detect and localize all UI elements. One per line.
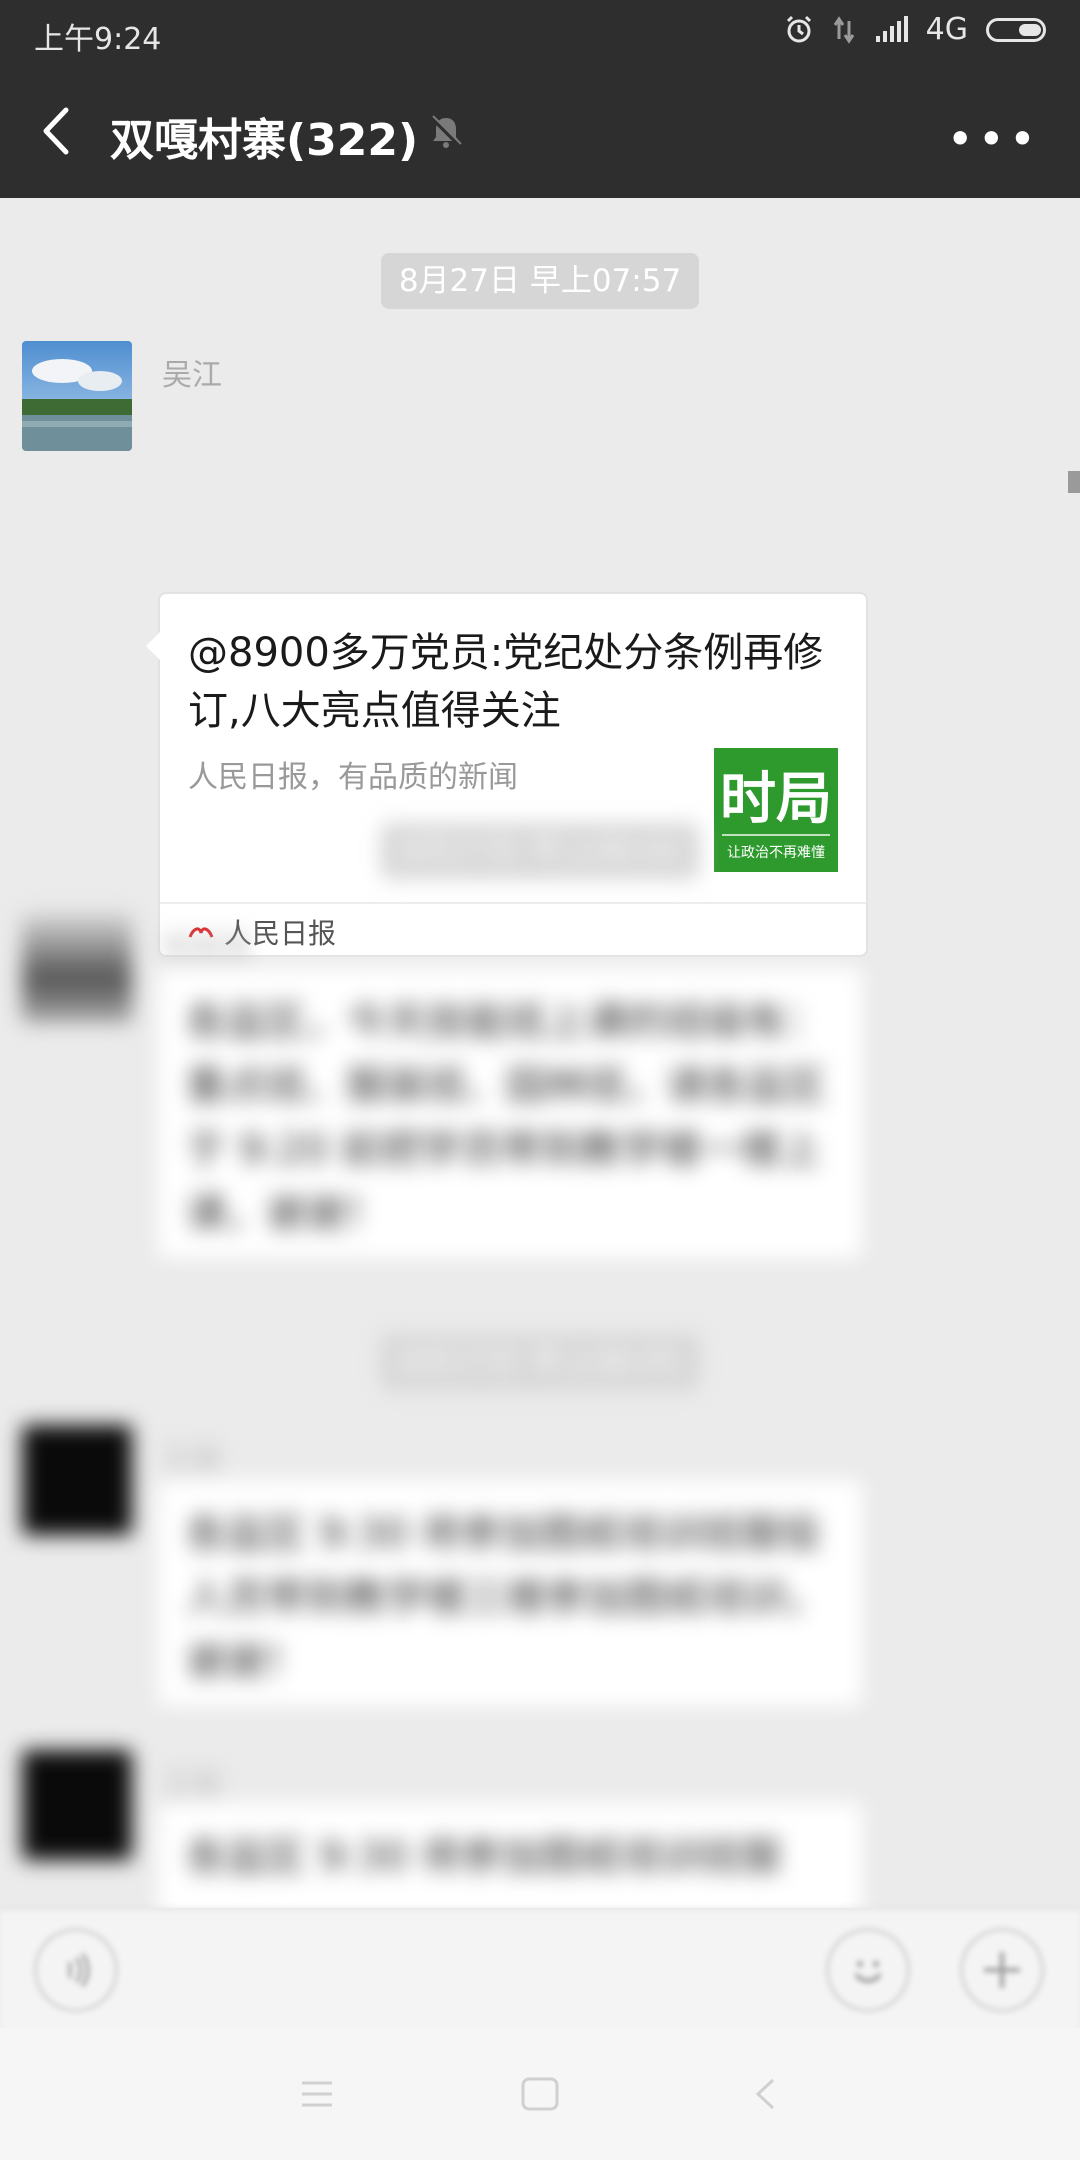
more-functions-button[interactable] bbox=[960, 1928, 1044, 2012]
status-time: 上午9:24 bbox=[34, 22, 162, 57]
chevron-left-icon bbox=[43, 107, 69, 155]
chat-area[interactable]: 8月27日 早上07:57 吴江 @8900多万党员:党纪处分条例再修订,八大亮… bbox=[0, 198, 1080, 1908]
article-thumbnail: 时局 让政治不再难懂 bbox=[714, 748, 838, 872]
status-bar: 上午9:24 4G bbox=[0, 0, 1080, 64]
home-icon bbox=[521, 2077, 559, 2111]
chat-header: 双嘎村寨(322) ••• bbox=[0, 64, 1080, 198]
emoji-button[interactable] bbox=[826, 1928, 910, 2012]
avatar[interactable] bbox=[22, 913, 132, 1023]
message-text: 各监区 9:30 将参加图纸培训班服役人员带到教学楼三楼参加图纸培训，谢谢！ bbox=[186, 1511, 826, 1685]
back-nav-button[interactable] bbox=[740, 2074, 790, 2114]
avatar[interactable] bbox=[22, 1750, 132, 1860]
alarm-icon bbox=[786, 15, 811, 42]
article-headline: @8900多万党员:党纪处分条例再修订,八大亮点值得关注 bbox=[188, 630, 824, 734]
bubble-caret bbox=[146, 632, 160, 660]
shared-article-card[interactable]: @8900多万党员:党纪处分条例再修订,八大亮点值得关注 人民日报，有品质的新闻… bbox=[146, 592, 868, 957]
chat-title[interactable]: 双嘎村寨(322) bbox=[110, 104, 418, 168]
scroll-indicator[interactable] bbox=[1068, 471, 1080, 493]
card-divider bbox=[160, 902, 866, 904]
message-text: 各监区，今天技能班上课的班级有：重点班、服装班、园林班，请各监区于 9:20 前… bbox=[186, 999, 826, 1237]
sender-name: 王某 bbox=[162, 1768, 222, 1803]
timestamp-pill: 8月27日 早上08:04 bbox=[381, 823, 699, 879]
back-icon bbox=[755, 2078, 775, 2110]
system-nav-bar bbox=[0, 2028, 1080, 2160]
more-options-button[interactable]: ••• bbox=[947, 112, 1040, 166]
signal-icon bbox=[875, 15, 908, 42]
thumbnail-divider bbox=[722, 834, 830, 836]
data-transfer-icon bbox=[833, 15, 854, 44]
voice-button[interactable] bbox=[34, 1928, 118, 2012]
message-bubble[interactable]: 各监区 9:30 将参加图纸培训班服役人员带到教学楼三楼参加图纸培训，谢谢！ bbox=[158, 1480, 862, 1706]
sender-name: 杨某某 bbox=[162, 931, 252, 966]
thumbnail-subtitle: 让政治不再难懂 bbox=[727, 845, 825, 861]
menu-icon bbox=[302, 2081, 332, 2107]
article-description: 人民日报，有品质的新闻 bbox=[188, 760, 518, 795]
timestamp-pill: 8月27日 早上08:05 bbox=[381, 1334, 699, 1390]
voice-icon bbox=[68, 1952, 90, 1988]
thumbnail-title: 时局 bbox=[720, 767, 832, 832]
battery-icon bbox=[986, 17, 1046, 42]
emoji-icon bbox=[854, 1961, 882, 1983]
message-text: 各监区 9:30 将参加图纸培训班服 bbox=[186, 1834, 782, 1880]
input-bar bbox=[0, 1908, 1080, 2030]
sender-name: 王某 bbox=[162, 1443, 222, 1478]
status-icons: 4G bbox=[784, 12, 1046, 47]
avatar[interactable] bbox=[22, 1425, 132, 1535]
home-nav-button[interactable] bbox=[515, 2074, 565, 2114]
menu-nav-button[interactable] bbox=[292, 2074, 342, 2114]
sender-name: 吴江 bbox=[162, 358, 222, 393]
avatar[interactable] bbox=[22, 341, 132, 451]
message-bubble[interactable]: 各监区 9:30 将参加图纸培训班服 bbox=[158, 1803, 862, 1908]
network-type: 4G bbox=[925, 12, 968, 47]
timestamp-pill: 8月27日 早上07:57 bbox=[381, 253, 699, 309]
back-button[interactable] bbox=[30, 104, 80, 158]
message-bubble[interactable]: 各监区，今天技能班上课的班级有：重点班、服装班、园林班，请各监区于 9:20 前… bbox=[158, 968, 862, 1258]
mute-bell-icon bbox=[430, 115, 462, 148]
plus-icon bbox=[984, 1952, 1020, 1988]
